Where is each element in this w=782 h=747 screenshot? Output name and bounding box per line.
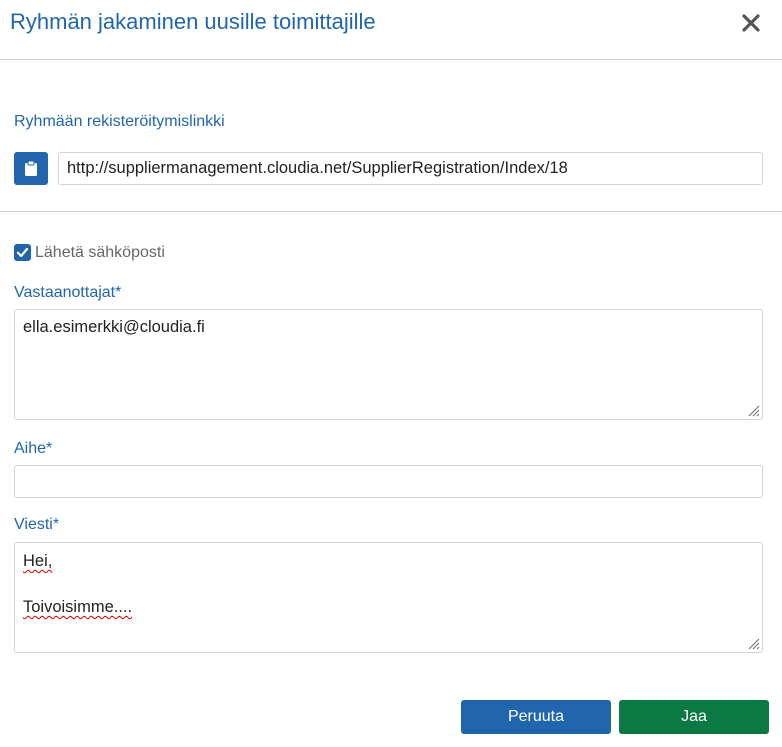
section-divider [0, 211, 782, 212]
registration-link-label: Ryhmään rekisteröitymislinkki [14, 113, 225, 130]
resize-grip-icon[interactable] [746, 403, 760, 417]
subject-input[interactable] [14, 465, 763, 498]
recipients-textarea[interactable]: ella.esimerkki@cloudia.fi [14, 309, 763, 420]
copy-link-button[interactable] [14, 152, 48, 185]
checkmark-icon [16, 247, 29, 258]
share-button[interactable]: Jaa [619, 700, 769, 734]
dialog-header: Ryhmän jakaminen uusille toimittajille [0, 0, 782, 60]
message-textarea[interactable]: Hei, Toivoisimme.... [14, 542, 763, 653]
message-label: Viesti* [14, 516, 60, 533]
dialog-title: Ryhmän jakaminen uusille toimittajille [10, 9, 376, 34]
subject-label: Aihe* [14, 440, 53, 457]
message-line-greeting: Hei, [23, 552, 53, 570]
send-email-label[interactable]: Lähetä sähköposti [35, 243, 165, 263]
close-icon[interactable] [738, 10, 764, 36]
resize-grip-icon[interactable] [746, 636, 760, 650]
recipients-value: ella.esimerkki@cloudia.fi [23, 318, 205, 336]
message-line-body: Toivoisimme.... [23, 598, 133, 616]
cancel-button[interactable]: Peruuta [461, 700, 611, 734]
clipboard-icon [25, 160, 37, 176]
recipients-label: Vastaanottajat* [14, 284, 122, 301]
share-group-dialog: Ryhmän jakaminen uusille toimittajille R… [0, 0, 782, 747]
send-email-checkbox[interactable] [14, 244, 31, 261]
registration-link-field[interactable]: http://suppliermanagement.cloudia.net/Su… [58, 152, 763, 185]
